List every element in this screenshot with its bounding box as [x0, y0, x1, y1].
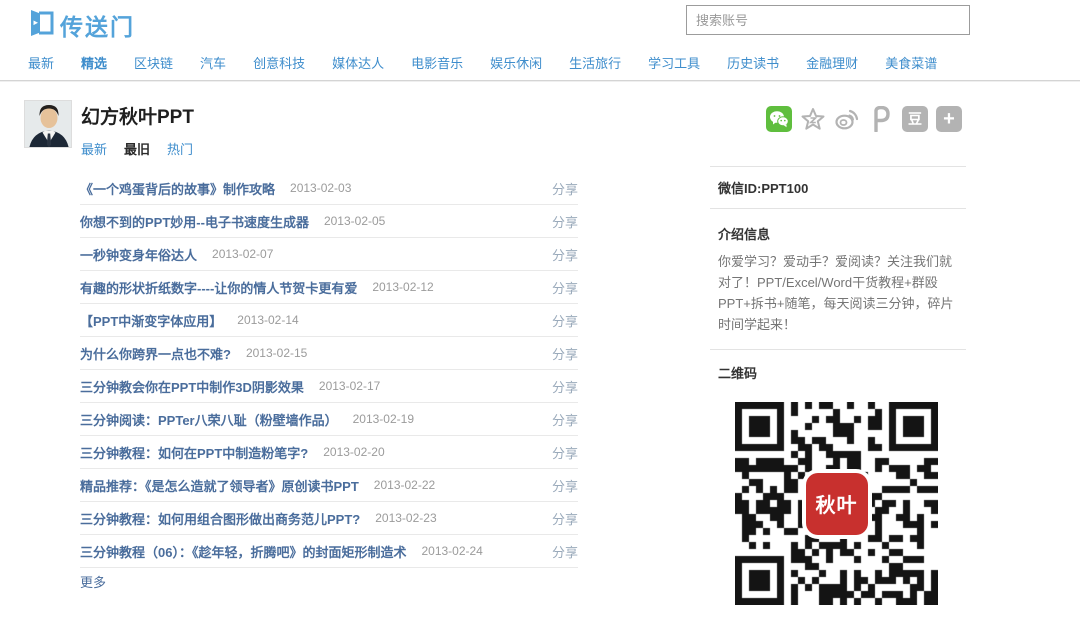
nav-item-2[interactable]: 精选	[81, 53, 107, 72]
sidebar: 微信ID:PPT100 介绍信息 你爱学习？爱动手？爱阅读？关注我们就对了！PP…	[710, 166, 966, 605]
nav-item-4[interactable]: 汽车	[200, 53, 226, 72]
article-row: 【PPT中渐变字体应用】 2013-02-14 分享	[80, 304, 578, 337]
share-icons: 豆 +	[766, 106, 962, 132]
article-date: 2013-02-15	[246, 346, 307, 360]
wechat-id: 微信ID:PPT100	[710, 166, 966, 209]
article-row: 有趣的形状折纸数字----让你的情人节贺卡更有爱 2013-02-12 分享	[80, 271, 578, 304]
sidebar-divider	[710, 349, 966, 350]
tab-3[interactable]: 热门	[167, 139, 193, 158]
article-row: 三分钟教程：如何在PPT中制造粉笔字? 2013-02-20 分享	[80, 436, 578, 469]
article-share-link[interactable]: 分享	[552, 476, 578, 495]
article-date: 2013-02-03	[290, 181, 351, 195]
article-share-link[interactable]: 分享	[552, 344, 578, 363]
nav: 最新 精选 区块链 汽车 创意科技 媒体达人 电影音乐 娱乐休闲 生活旅行 学习工具 历史读书 金融理…	[28, 53, 937, 72]
article-title-link[interactable]: 有趣的形状折纸数字----让你的情人节贺卡更有爱	[80, 278, 357, 297]
qr-code: 秋叶	[735, 402, 938, 605]
article-row: 为什么你跨界一点也不难? 2013-02-15 分享	[80, 337, 578, 370]
article-row: 《一个鸡蛋背后的故事》制作攻略 2013-02-03 分享	[80, 172, 578, 205]
article-row: 一秒钟变身年俗达人 2013-02-07 分享	[80, 238, 578, 271]
nav-item-11[interactable]: 历史读书	[727, 53, 779, 72]
article-date: 2013-02-24	[421, 544, 482, 558]
nav-item-1[interactable]: 最新	[28, 53, 54, 72]
wechat-share-icon[interactable]	[766, 106, 792, 132]
nav-item-6[interactable]: 媒体达人	[332, 53, 384, 72]
article-title-link[interactable]: 三分钟教程（06）：《趁年轻，折腾吧》的封面矩形制造术	[80, 542, 406, 561]
article-date: 2013-02-14	[237, 313, 298, 327]
more-share-icon[interactable]: +	[936, 106, 962, 132]
qr-center-logo: 秋叶	[806, 473, 868, 535]
article-row: 精品推荐：《是怎么造就了领导者》原创读书PPT 2013-02-22 分享	[80, 469, 578, 502]
tab-2[interactable]: 最旧	[124, 139, 150, 158]
intro-text: 你爱学习？爱动手？爱阅读？关注我们就对了！PPT/Excel/Word干货教程+…	[718, 251, 958, 335]
article-title-link[interactable]: 《一个鸡蛋背后的故事》制作攻略	[80, 179, 275, 198]
nav-item-7[interactable]: 电影音乐	[411, 53, 463, 72]
article-share-link[interactable]: 分享	[552, 212, 578, 231]
article-row: 三分钟阅读：PPTer八荣八耻（粉壁墙作品） 2013-02-19 分享	[80, 403, 578, 436]
tab-1[interactable]: 最新	[81, 139, 107, 158]
more-link[interactable]: 更多	[80, 572, 106, 591]
article-title-link[interactable]: 三分钟教会你在PPT中制作3D阴影效果	[80, 377, 304, 396]
nav-item-10[interactable]: 学习工具	[648, 53, 700, 72]
nav-item-5[interactable]: 创意科技	[253, 53, 305, 72]
site-logo[interactable]: 传送门	[28, 8, 135, 42]
article-title-link[interactable]: 【PPT中渐变字体应用】	[80, 311, 222, 330]
article-date: 2013-02-17	[319, 379, 380, 393]
article-row: 三分钟教程（06）：《趁年轻，折腾吧》的封面矩形制造术 2013-02-24 分…	[80, 535, 578, 568]
nav-item-13[interactable]: 美食菜谱	[885, 53, 937, 72]
article-row: 你想不到的PPT妙用--电子书速度生成器 2013-02-05 分享	[80, 205, 578, 238]
nav-item-12[interactable]: 金融理财	[806, 53, 858, 72]
article-share-link[interactable]: 分享	[552, 542, 578, 561]
nav-item-8[interactable]: 娱乐休闲	[490, 53, 542, 72]
qzone-share-icon[interactable]	[800, 106, 826, 132]
article-list: 《一个鸡蛋背后的故事》制作攻略 2013-02-03 分享 你想不到的PPT妙用…	[80, 172, 578, 568]
article-date: 2013-02-19	[353, 412, 414, 426]
search-area	[686, 5, 970, 35]
article-title-link[interactable]: 三分钟教程：如何在PPT中制造粉笔字?	[80, 443, 308, 462]
douban-share-icon[interactable]: 豆	[902, 106, 928, 132]
header-divider	[0, 80, 1080, 82]
door-icon	[28, 9, 55, 41]
article-share-link[interactable]: 分享	[552, 443, 578, 462]
article-title-link[interactable]: 一秒钟变身年俗达人	[80, 245, 197, 264]
article-date: 2013-02-05	[324, 214, 385, 228]
intro-title: 介绍信息	[718, 224, 958, 243]
article-share-link[interactable]: 分享	[552, 245, 578, 264]
nav-item-3[interactable]: 区块链	[134, 53, 173, 72]
search-input[interactable]	[686, 5, 970, 35]
article-date: 2013-02-23	[375, 511, 436, 525]
nav-item-9[interactable]: 生活旅行	[569, 53, 621, 72]
qr-title: 二维码	[718, 363, 958, 382]
page-title: 幻方秋叶PPT	[81, 102, 194, 129]
article-date: 2013-02-07	[212, 247, 273, 261]
article-date: 2013-02-12	[372, 280, 433, 294]
account-avatar	[24, 100, 72, 148]
article-share-link[interactable]: 分享	[552, 179, 578, 198]
site-name: 传送门	[60, 8, 135, 42]
article-date: 2013-02-22	[374, 478, 435, 492]
article-date: 2013-02-20	[323, 445, 384, 459]
article-share-link[interactable]: 分享	[552, 509, 578, 528]
article-title-link[interactable]: 你想不到的PPT妙用--电子书速度生成器	[80, 212, 309, 231]
weibo-share-icon[interactable]	[834, 106, 860, 132]
article-title-link[interactable]: 为什么你跨界一点也不难?	[80, 344, 231, 363]
article-share-link[interactable]: 分享	[552, 410, 578, 429]
article-share-link[interactable]: 分享	[552, 278, 578, 297]
profile-tabs: 最新最旧热门	[81, 139, 193, 158]
pengyou-share-icon[interactable]	[868, 106, 894, 132]
article-row: 三分钟教程：如何用组合图形做出商务范儿PPT? 2013-02-23 分享	[80, 502, 578, 535]
article-share-link[interactable]: 分享	[552, 311, 578, 330]
article-share-link[interactable]: 分享	[552, 377, 578, 396]
article-row: 三分钟教会你在PPT中制作3D阴影效果 2013-02-17 分享	[80, 370, 578, 403]
article-title-link[interactable]: 三分钟阅读：PPTer八荣八耻（粉壁墙作品）	[80, 410, 338, 429]
article-title-link[interactable]: 三分钟教程：如何用组合图形做出商务范儿PPT?	[80, 509, 360, 528]
article-title-link[interactable]: 精品推荐：《是怎么造就了领导者》原创读书PPT	[80, 476, 359, 495]
